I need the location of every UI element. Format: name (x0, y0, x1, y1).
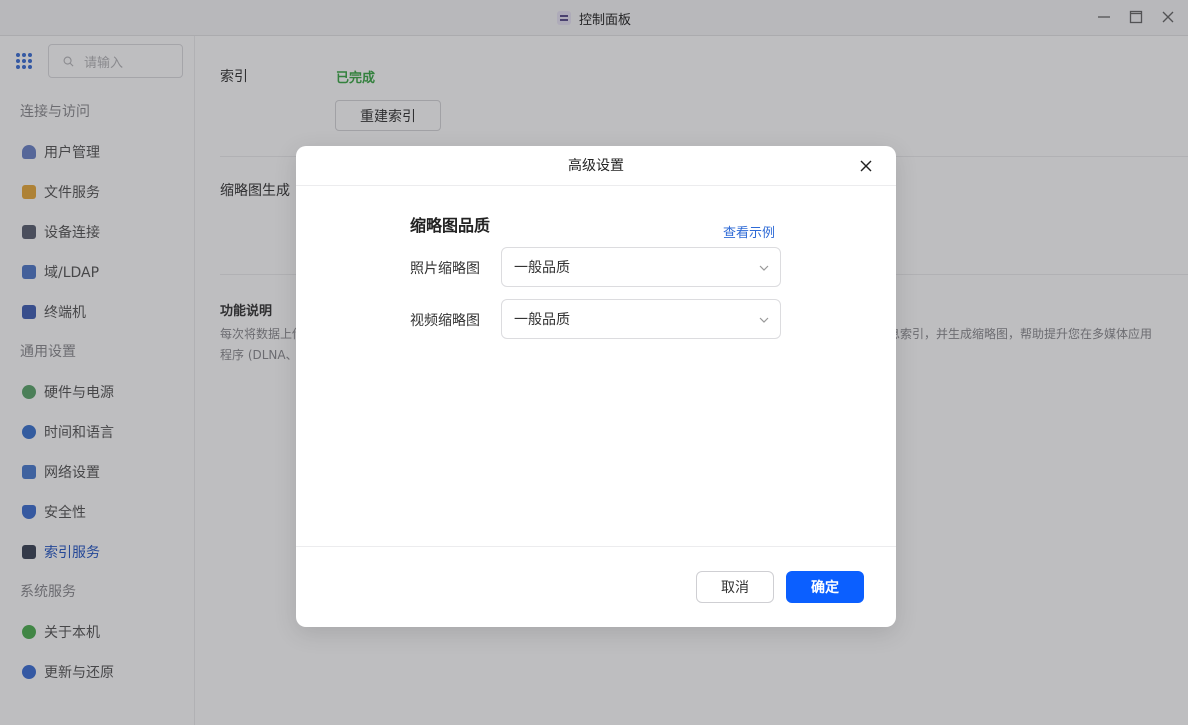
advanced-settings-dialog: 高级设置 缩略图品质 查看示例 照片缩略图 一般品质 视频缩略图 一般品质 取消… (296, 146, 896, 627)
photo-thumbnail-value: 一般品质 (514, 260, 570, 276)
chevron-down-icon (759, 317, 769, 323)
video-thumbnail-value: 一般品质 (514, 312, 570, 328)
dialog-footer-divider (296, 546, 896, 547)
video-thumbnail-label: 视频缩略图 (410, 313, 480, 329)
confirm-button[interactable]: 确定 (786, 571, 864, 603)
video-thumbnail-select[interactable]: 一般品质 (501, 299, 781, 339)
view-example-link[interactable]: 查看示例 (723, 222, 775, 241)
photo-thumbnail-select[interactable]: 一般品质 (501, 247, 781, 287)
dialog-header: 高级设置 (296, 146, 896, 186)
thumbnail-quality-heading: 缩略图品质 (410, 216, 491, 235)
dialog-close-button[interactable] (857, 157, 875, 175)
cancel-button[interactable]: 取消 (696, 571, 774, 603)
dialog-title: 高级设置 (568, 158, 624, 174)
close-icon (860, 160, 872, 172)
chevron-down-icon (759, 265, 769, 271)
photo-thumbnail-label: 照片缩略图 (410, 261, 480, 277)
